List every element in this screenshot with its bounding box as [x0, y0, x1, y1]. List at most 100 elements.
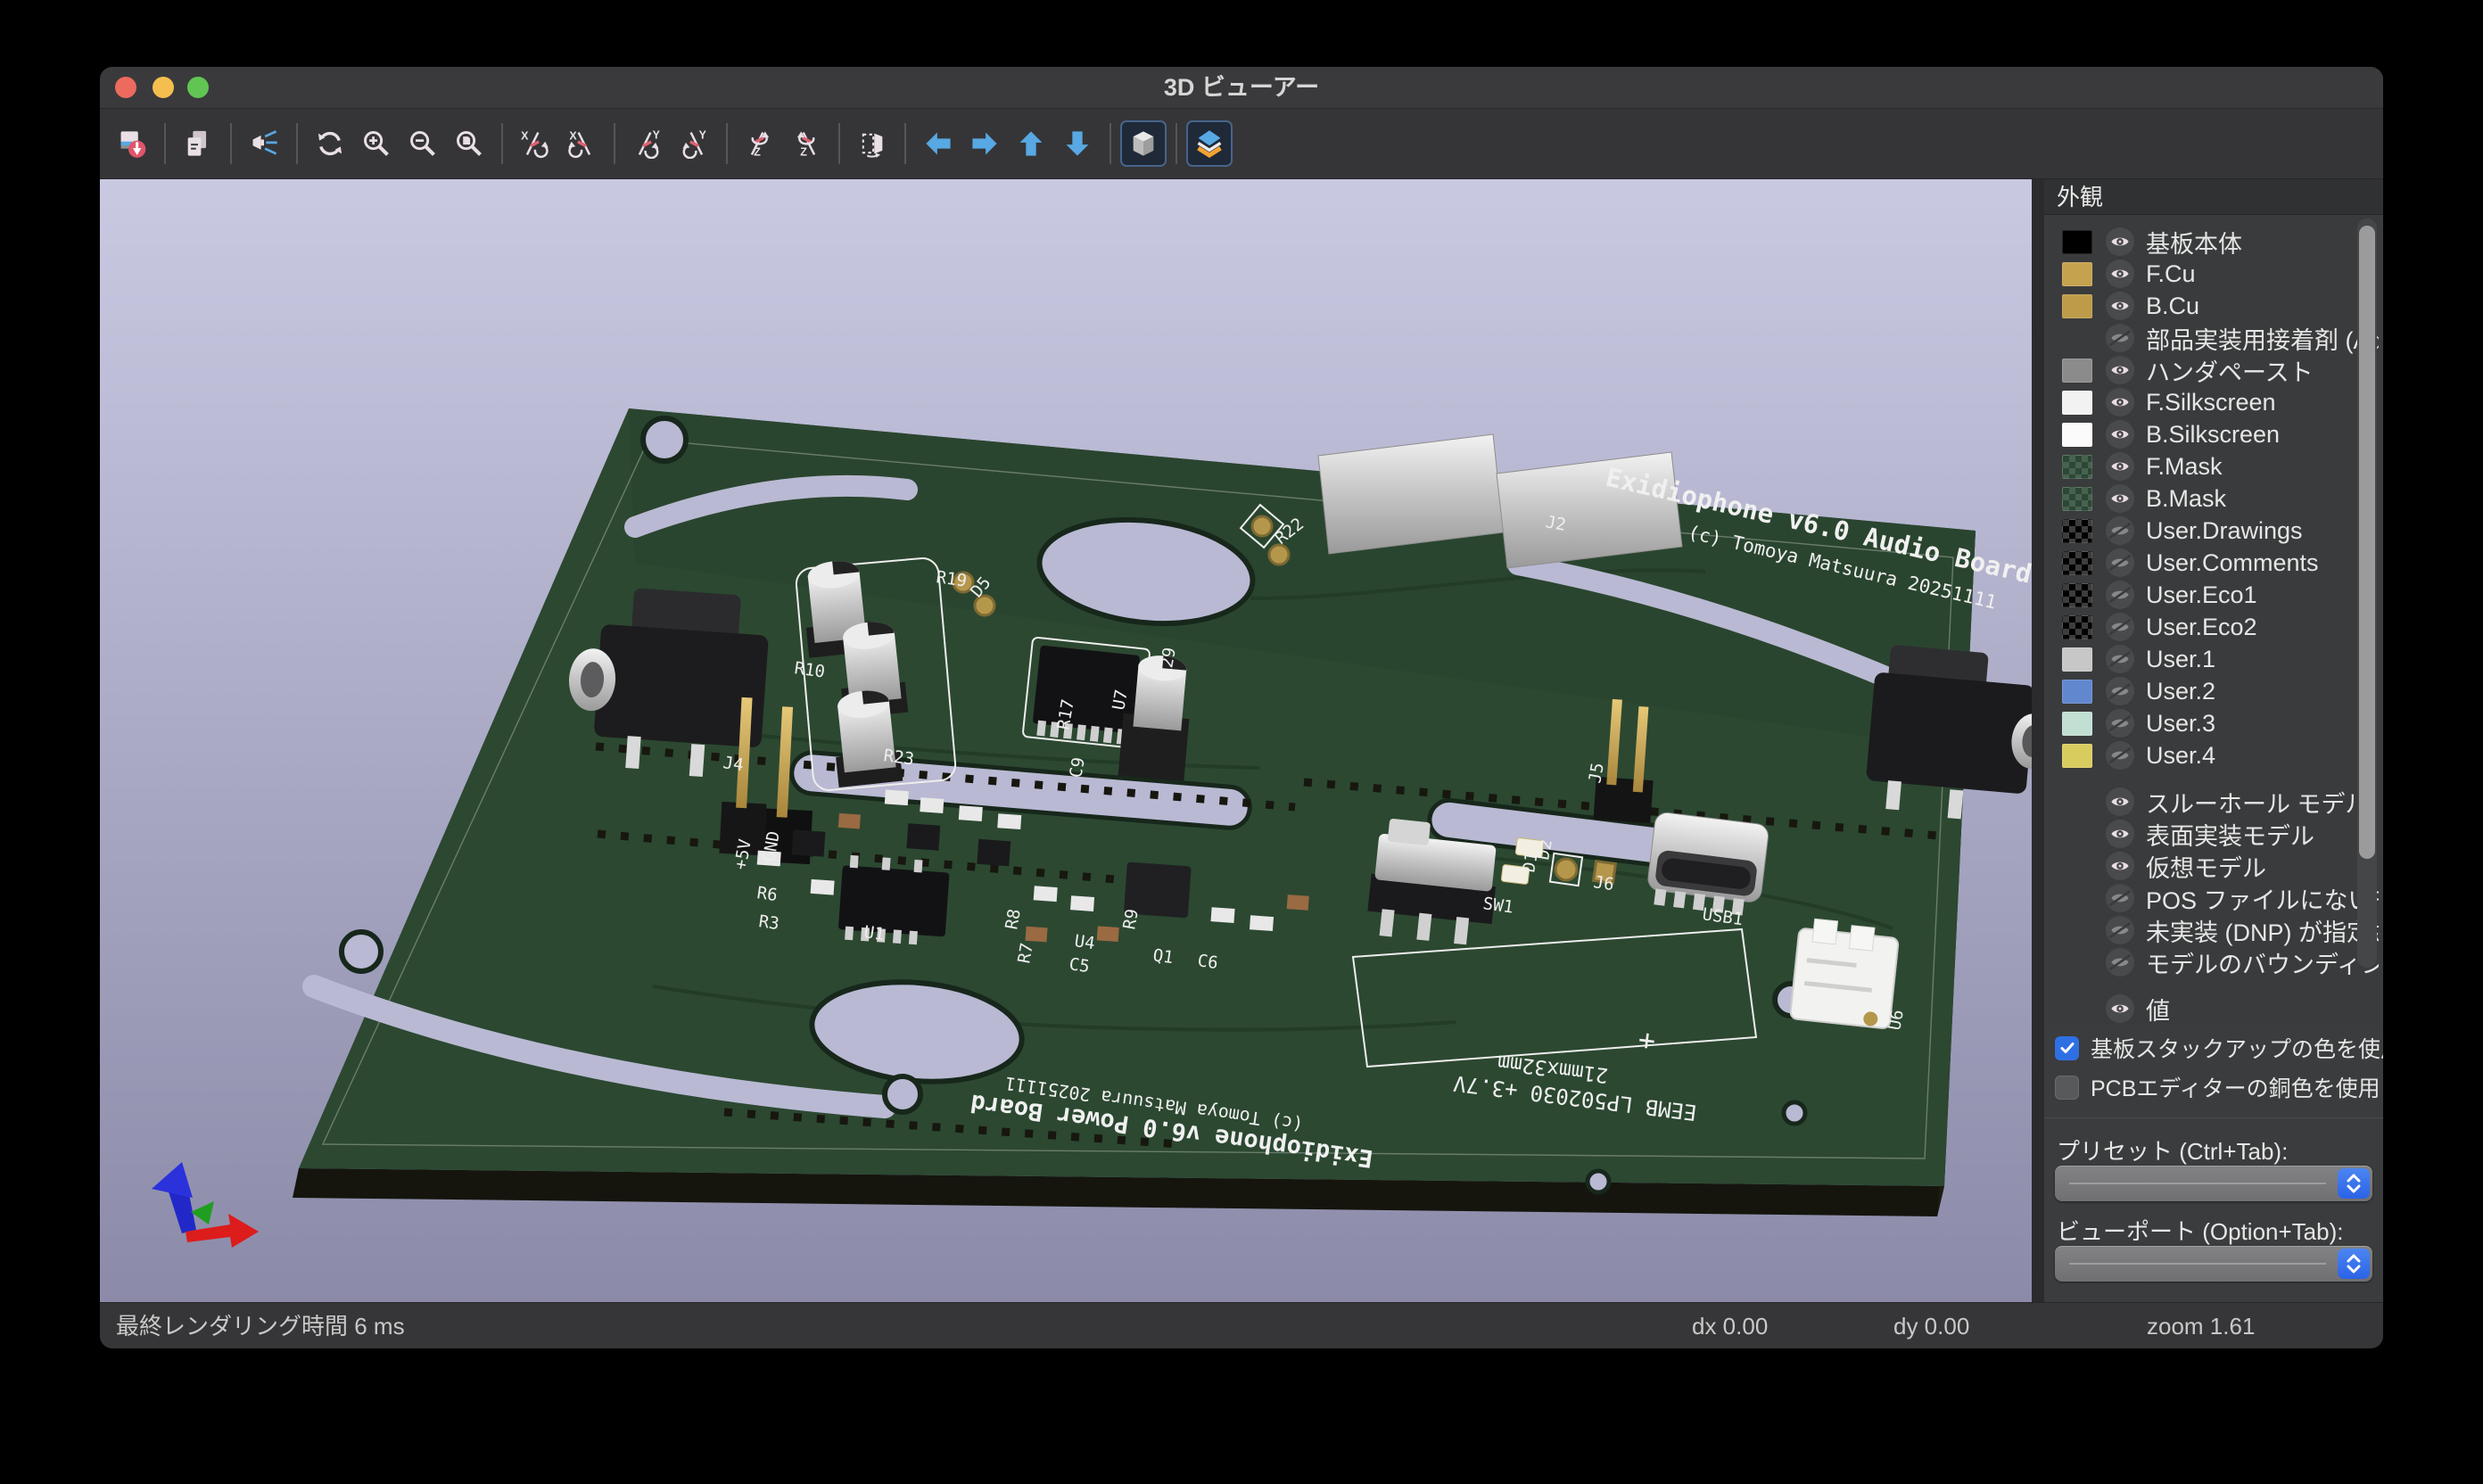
visibility-eye-icon[interactable] — [2106, 452, 2134, 481]
layer-row-user-eco1[interactable]: User.Eco1 — [2049, 579, 2379, 611]
layer-color-swatch[interactable] — [2062, 519, 2092, 543]
use-stackup-colors-row[interactable]: 基板スタックアップの色を使用 — [2055, 1032, 2383, 1064]
layer-row-user-eco2[interactable]: User.Eco2 — [2049, 611, 2379, 643]
layer-row-user1[interactable]: User.1 — [2049, 643, 2379, 675]
visibility-eye-icon[interactable] — [2106, 227, 2134, 256]
layer-color-swatch[interactable] — [2062, 423, 2092, 447]
layer-color-swatch[interactable] — [2062, 615, 2092, 639]
layer-color-swatch[interactable] — [2062, 680, 2092, 704]
preset-select[interactable] — [2055, 1166, 2372, 1201]
rotate-z-ccw-button[interactable]: Z — [738, 122, 781, 165]
layer-row-user-drawings[interactable]: User.Drawings — [2049, 515, 2379, 547]
copy-image-button[interactable] — [177, 122, 219, 165]
visibility-eye-icon[interactable] — [2106, 741, 2134, 770]
zoom-in-button[interactable] — [355, 122, 398, 165]
layer-color-swatch[interactable] — [2062, 551, 2092, 575]
layer-color-swatch[interactable] — [2062, 744, 2092, 768]
use-pcb-copper-colors-row[interactable]: PCBエディターの銅色を使用 — [2055, 1071, 2380, 1103]
use-pcb-copper-colors-checkbox[interactable] — [2055, 1076, 2079, 1100]
model-row-smd[interactable]: 表面実装モデル — [2049, 818, 2379, 850]
layer-color-swatch[interactable] — [2062, 455, 2092, 479]
layer-row-fmask[interactable]: F.Mask — [2049, 450, 2379, 482]
visibility-eye-icon[interactable] — [2106, 420, 2134, 449]
3d-canvas[interactable]: Exidiophone v6.0 Audio Board (c) Tomoya … — [100, 179, 2032, 1302]
rotate-x-cw-button[interactable]: X — [560, 122, 603, 165]
pan-left-button[interactable] — [917, 122, 960, 165]
rotate-x-ccw-button[interactable]: X — [514, 122, 557, 165]
visibility-eye-icon[interactable] — [2106, 820, 2134, 848]
layer-row-user3[interactable]: User.3 — [2049, 707, 2379, 739]
visibility-eye-icon[interactable] — [2106, 852, 2134, 880]
layer-color-swatch[interactable] — [2062, 487, 2092, 511]
layer-color-swatch[interactable] — [2062, 230, 2092, 254]
visibility-eye-icon[interactable] — [2106, 260, 2134, 288]
visibility-eye-icon[interactable] — [2106, 581, 2134, 609]
scrollbar-thumb[interactable] — [2359, 226, 2375, 859]
pan-down-button[interactable] — [1056, 122, 1099, 165]
render-current-view-button[interactable] — [243, 122, 285, 165]
layer-row-user-comments[interactable]: User.Comments — [2049, 547, 2379, 579]
model-row-virtual[interactable]: 仮想モデル — [2049, 850, 2379, 882]
layer-color-swatch[interactable] — [2062, 359, 2092, 383]
redraw-view-button[interactable] — [309, 122, 351, 165]
model-row-through-hole[interactable]: スルーホール モデル — [2049, 786, 2379, 818]
layer-row-user4[interactable]: User.4 — [2049, 739, 2379, 771]
visibility-eye-icon[interactable] — [2106, 709, 2134, 738]
model-row-not-in-pos[interactable]: POS ファイルにないモデ — [2049, 882, 2379, 914]
layer-color-swatch[interactable] — [2062, 391, 2092, 415]
model-row-bounding-box[interactable]: モデルのバウンディング — [2049, 946, 2379, 978]
layer-row-fcu[interactable]: F.Cu — [2049, 258, 2379, 290]
layer-list-scrollbar[interactable] — [2357, 218, 2377, 968]
layer-color-swatch[interactable] — [2062, 712, 2092, 736]
visibility-eye-icon[interactable] — [2106, 613, 2134, 641]
rotate-y-cw-button[interactable]: Y — [672, 122, 715, 165]
visibility-eye-icon[interactable] — [2106, 388, 2134, 416]
layer-row-fsilkscreen[interactable]: F.Silkscreen — [2049, 386, 2379, 418]
visibility-eye-icon[interactable] — [2106, 948, 2134, 977]
reload-board-button[interactable] — [111, 122, 153, 165]
layer-row-user2[interactable]: User.2 — [2049, 675, 2379, 707]
flip-board-button[interactable] — [851, 122, 894, 165]
appearance-panel-toggle[interactable] — [1188, 122, 1231, 165]
3d-viewport[interactable]: Exidiophone v6.0 Audio Board (c) Tomoya … — [100, 179, 2032, 1302]
layer-color-swatch[interactable] — [2062, 647, 2092, 672]
visibility-eye-icon[interactable] — [2106, 516, 2134, 545]
visibility-eye-icon[interactable] — [2106, 324, 2134, 352]
model-row-dnp[interactable]: 未実装 (DNP) が指定され — [2049, 914, 2379, 946]
visibility-eye-icon[interactable] — [2106, 787, 2134, 816]
visibility-eye-icon[interactable] — [2106, 484, 2134, 513]
silkscreen-ref: U7 — [1109, 688, 1132, 712]
visibility-eye-icon[interactable] — [2106, 677, 2134, 705]
stepper-icon[interactable] — [2338, 1249, 2370, 1279]
visibility-eye-icon[interactable] — [2106, 645, 2134, 673]
viewport-select[interactable] — [2055, 1246, 2372, 1282]
visibility-eye-icon[interactable] — [2106, 356, 2134, 384]
layer-color-swatch[interactable] — [2062, 294, 2092, 318]
visibility-eye-icon[interactable] — [2106, 916, 2134, 944]
zoom-to-fit-button[interactable] — [448, 122, 491, 165]
layer-row-adhesive[interactable]: 部品実装用接着剤 (Adhe — [2049, 322, 2379, 354]
pan-left-icon — [923, 128, 953, 159]
zoom-out-button[interactable] — [401, 122, 444, 165]
rotate-z-cw-button[interactable]: Z — [785, 122, 828, 165]
layer-row-board-body[interactable]: 基板本体 — [2049, 226, 2379, 258]
visibility-eye-icon[interactable] — [2106, 994, 2134, 1023]
pan-right-button[interactable] — [963, 122, 1006, 165]
layer-color-swatch[interactable] — [2062, 262, 2092, 286]
layer-row-bmask[interactable]: B.Mask — [2049, 482, 2379, 515]
title-bar[interactable]: 3D ビューアー — [100, 67, 2383, 109]
layer-row-bsilkscreen[interactable]: B.Silkscreen — [2049, 418, 2379, 450]
rotate-y-ccw-button[interactable]: Y — [626, 122, 669, 165]
use-stackup-colors-checkbox[interactable] — [2055, 1036, 2079, 1060]
layer-row-bcu[interactable]: B.Cu — [2049, 290, 2379, 322]
pan-up-button[interactable] — [1010, 122, 1052, 165]
layer-color-swatch[interactable] — [2062, 583, 2092, 607]
visibility-eye-icon[interactable] — [2106, 292, 2134, 320]
orthographic-projection-toggle[interactable] — [1122, 122, 1165, 165]
visibility-eye-icon[interactable] — [2106, 548, 2134, 577]
layer-color-swatch[interactable] — [2062, 326, 2092, 350]
layer-row-solder-paste[interactable]: ハンダペースト — [2049, 354, 2379, 386]
value-row[interactable]: 値 — [2049, 993, 2379, 1025]
stepper-icon[interactable] — [2338, 1168, 2370, 1199]
visibility-eye-icon[interactable] — [2106, 884, 2134, 912]
